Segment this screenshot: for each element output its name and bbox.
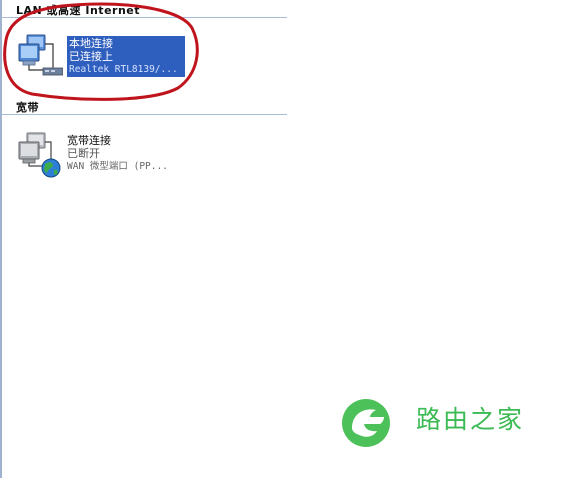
red-annotation-circle [3, 2, 199, 101]
connection-name: 宽带连接 [67, 134, 111, 147]
connection-broadband-text: 宽带连接 已断开 WAN 微型端口 (PP... [67, 134, 168, 173]
connection-device: WAN 微型端口 (PP... [67, 161, 168, 172]
section-header-broadband: 宽带 [16, 101, 39, 114]
connection-status: 已断开 [67, 147, 100, 160]
watermark-text: 路由之家 [416, 405, 525, 434]
watermark: 路由之家 [340, 398, 540, 448]
section-divider-broadband [2, 114, 287, 115]
broadband-globe-icon [18, 132, 61, 178]
luyou-logo-icon [342, 399, 390, 447]
